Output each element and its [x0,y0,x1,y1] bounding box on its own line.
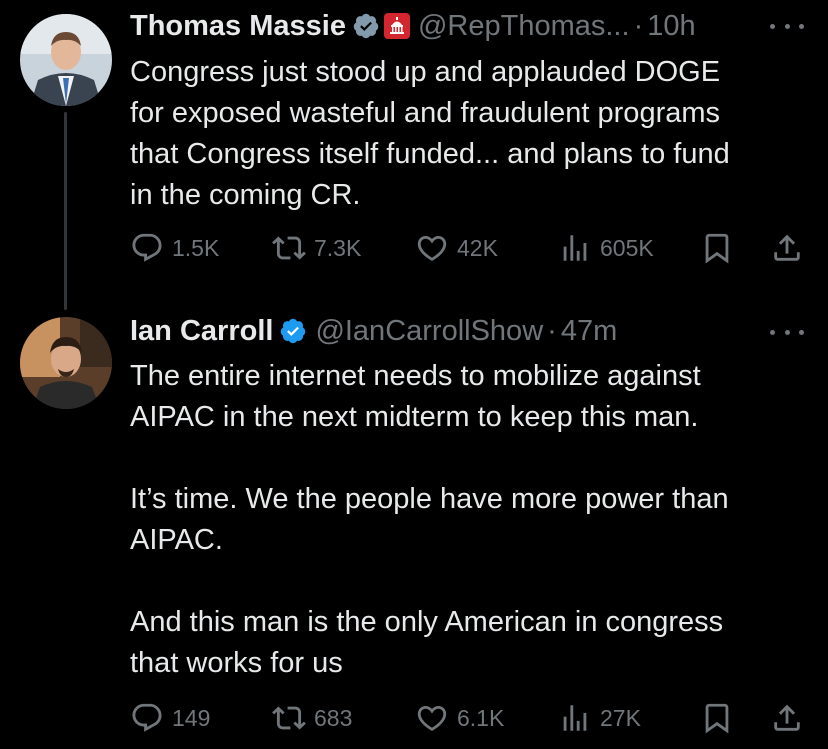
share-button[interactable] [770,698,804,738]
reply-icon [132,233,162,262]
repost-button[interactable]: 7.3K [272,228,361,268]
views-count: 27K [600,704,641,731]
timestamp[interactable]: 47m [561,314,617,348]
author-handle[interactable]: @IanCarrollShow [315,314,543,348]
like-icon [417,705,447,731]
government-badge-icon[interactable] [383,13,410,39]
tweet-header: Thomas Massie @RepThomas... · 10h [130,9,696,43]
repost-icon [272,236,306,260]
tweet-text: Congress just stood up and applauded DOG… [130,56,730,211]
timestamp[interactable]: 10h [647,9,695,43]
like-icon [417,235,447,261]
reply-button[interactable]: 149 [130,698,210,738]
views-icon [563,235,587,261]
tweet-thomas-massie[interactable]: Thomas Massie @RepThomas... · 10h Congre… [0,0,828,310]
avatar[interactable] [20,14,112,106]
repost-button[interactable]: 683 [272,698,352,738]
share-button[interactable] [770,228,804,268]
more-icon[interactable] [770,16,804,36]
views-icon [563,705,587,731]
tweet-actions: 149 683 6.1K 27K [130,698,810,738]
reply-count: 1.5K [172,234,220,261]
bookmark-button[interactable] [700,698,734,738]
views-button[interactable]: 27K [558,698,641,738]
tweet-ian-carroll[interactable]: Ian Carroll @IanCarrollShow · 47m The en… [0,300,828,749]
author-name[interactable]: Thomas Massie [130,9,346,43]
bookmark-icon [705,233,729,264]
author-name[interactable]: Ian Carroll [130,314,273,348]
share-icon [774,234,800,261]
reply-count: 149 [172,704,211,731]
repost-icon [272,706,306,730]
views-count: 605K [600,234,654,261]
tweet-text: The entire internet needs to mobilize ag… [130,360,729,679]
like-count: 6.1K [457,704,505,731]
bookmark-button[interactable] [700,228,734,268]
repost-count: 683 [314,704,353,731]
tweet-header: Ian Carroll @IanCarrollShow · 47m [130,314,617,348]
share-icon [774,704,800,731]
tweet-actions: 1.5K 7.3K 42K 605K [130,228,810,268]
verified-badge-icon[interactable] [352,12,380,40]
separator: · [633,10,644,42]
verified-badge-icon[interactable] [279,317,307,345]
like-count: 42K [457,234,498,261]
like-button[interactable]: 42K [415,228,498,268]
author-handle[interactable]: @RepThomas... [418,9,630,43]
bookmark-icon [705,703,729,734]
reply-button[interactable]: 1.5K [130,228,219,268]
avatar[interactable] [20,317,112,409]
repost-count: 7.3K [314,234,362,261]
views-button[interactable]: 605K [558,228,654,268]
more-icon[interactable] [770,322,804,342]
like-button[interactable]: 6.1K [415,698,504,738]
separator: · [547,315,557,347]
reply-icon [132,703,162,732]
thread-line [64,112,67,310]
